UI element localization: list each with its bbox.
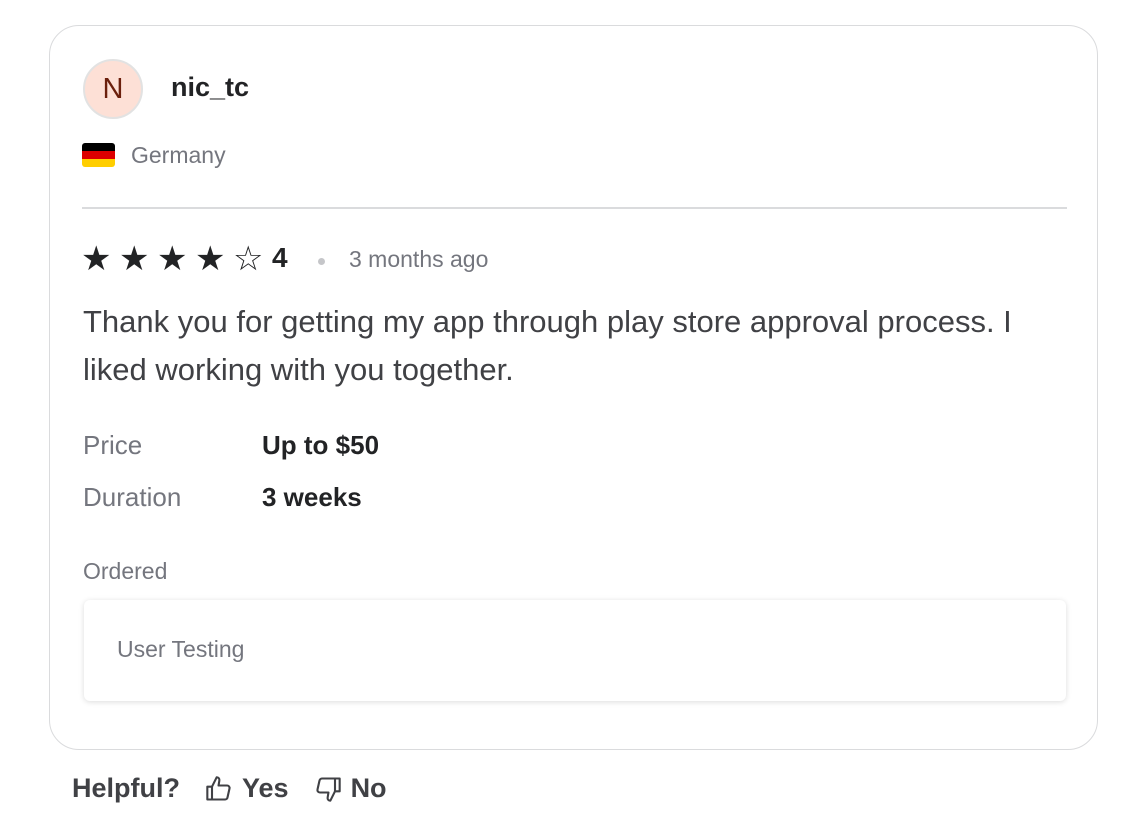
review-card: N nic_tc Germany ★ ★ ★ ★ ☆ 4 3 months ago Th… — [49, 25, 1098, 750]
star-rating: ★ ★ ★ ★ ☆ — [81, 242, 271, 276]
avatar-initial: N — [102, 72, 124, 105]
ordered-item-name: User Testing — [117, 636, 245, 662]
review-text: Thank you for getting my app through pla… — [83, 304, 1012, 387]
helpful-no-label: No — [350, 773, 387, 803]
helpful-feedback: Helpful? Yes No — [72, 773, 411, 804]
ordered-item-card[interactable]: User Testing — [84, 600, 1066, 701]
star-filled-icon: ★ — [195, 240, 226, 278]
reviewer-username[interactable]: nic_tc — [171, 72, 249, 103]
helpful-no-button[interactable]: No — [313, 773, 387, 804]
avatar[interactable]: N — [83, 59, 143, 119]
helpful-yes-label: Yes — [242, 773, 289, 803]
ordered-label: Ordered — [83, 558, 168, 584]
price-label: Price — [83, 430, 143, 460]
duration-value: 3 weeks — [262, 482, 362, 512]
germany-flag-icon — [82, 143, 115, 167]
thumbs-down-icon — [315, 776, 341, 802]
star-filled-icon: ★ — [119, 240, 150, 278]
separator-dot — [318, 258, 325, 265]
price-value: Up to $50 — [262, 430, 380, 460]
star-filled-icon: ★ — [81, 240, 112, 278]
reviewer-country: Germany — [131, 142, 226, 168]
thumbs-up-icon — [206, 775, 231, 801]
duration-label: Duration — [83, 482, 182, 512]
star-filled-icon: ★ — [157, 240, 188, 278]
star-empty-icon: ☆ — [233, 240, 264, 278]
helpful-yes-button[interactable]: Yes — [204, 773, 289, 804]
review-date: 3 months ago — [349, 246, 489, 272]
helpful-question: Helpful? — [72, 773, 180, 803]
rating-value: 4 — [272, 242, 288, 273]
divider — [82, 207, 1067, 209]
